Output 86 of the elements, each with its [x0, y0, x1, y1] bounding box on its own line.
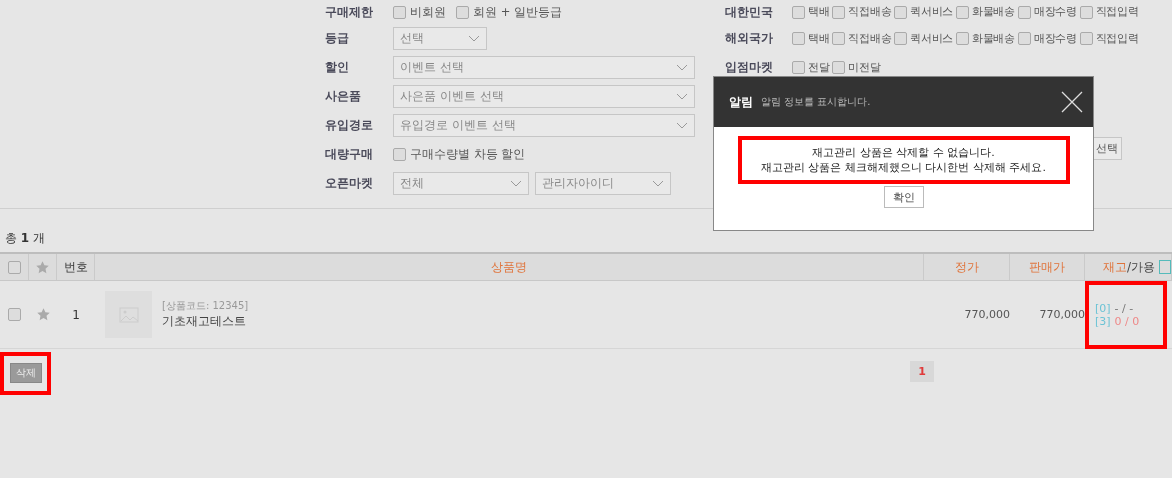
checkbox-label: 택배	[808, 5, 830, 19]
checkbox-label: 구매수량별 차등 할인	[410, 147, 526, 162]
dropdown[interactable]: 이벤트 선택	[393, 56, 695, 79]
checkbox-label: 회원 + 일반등급	[473, 4, 562, 20]
dropdown[interactable]: 선택	[393, 27, 487, 50]
checkbox-label: 직접배송	[848, 31, 892, 46]
filter-label: 할인	[325, 59, 350, 76]
column-header: 번호	[57, 254, 95, 280]
close-icon[interactable]	[1061, 91, 1083, 113]
checkbox[interactable]	[1079, 5, 1093, 19]
select-all-checkbox[interactable]	[7, 260, 21, 274]
checkbox-label: 화물배송	[972, 5, 1015, 19]
select-button[interactable]: 선택	[1092, 137, 1122, 160]
dialog-title: 알림	[729, 93, 753, 111]
warehouse-tag: [0]	[1095, 301, 1111, 315]
filter-label: 입점마켓	[725, 59, 774, 76]
checkbox-label: 퀵서비스	[910, 31, 954, 46]
product-name[interactable]: 기초재고테스트	[162, 313, 249, 330]
star-icon	[35, 259, 50, 275]
chevron-icon	[676, 122, 688, 129]
column-header: 정가	[924, 254, 1010, 280]
checkbox[interactable]	[792, 32, 805, 45]
filter-label: 대량구매	[325, 146, 374, 163]
filter-label: 오픈마켓	[325, 175, 374, 192]
checkbox-label: 미전달	[848, 60, 881, 75]
chevron-icon	[652, 180, 664, 187]
warehouse-tag: [3]	[1095, 314, 1111, 328]
filter-label: 유입경로	[325, 117, 374, 134]
checkbox[interactable]	[1079, 32, 1093, 45]
column-header: 상품명	[95, 254, 924, 280]
checkbox[interactable]	[832, 5, 846, 19]
checkbox-label: 직접입력	[1095, 31, 1139, 46]
dropdown[interactable]: 사은품 이벤트 선택	[393, 85, 695, 108]
stock-value: - / -	[1114, 301, 1134, 315]
confirm-button[interactable]: 확인	[883, 186, 924, 208]
table-cell-text: 770,000	[963, 307, 1010, 323]
column-header: 판매가	[1010, 254, 1085, 280]
product-code: [상품코드: 12345]	[162, 299, 249, 313]
chevron-icon	[676, 93, 688, 100]
dropdown[interactable]: 유입경로 이벤트 선택	[393, 114, 695, 137]
chevron-icon	[468, 35, 480, 42]
checkbox-label: 비회원	[410, 4, 446, 20]
checkbox[interactable]	[456, 5, 469, 19]
checkbox-label: 직접입력	[1095, 5, 1139, 19]
chevron-icon	[676, 64, 688, 71]
column-header: 재고	[1103, 258, 1127, 276]
checkbox[interactable]	[956, 5, 970, 19]
page-button[interactable]: 1	[910, 361, 934, 382]
star-icon[interactable]	[35, 307, 51, 322]
checkbox[interactable]	[956, 32, 970, 45]
help-icon[interactable]	[1159, 260, 1171, 274]
checkbox-label: 전달	[808, 60, 830, 75]
filter-label: 구매제한	[325, 3, 374, 21]
checkbox[interactable]	[792, 5, 805, 19]
checkbox[interactable]	[393, 148, 406, 161]
checkbox-label: 매장수령	[1033, 31, 1077, 46]
table-cell-text: 770,000	[1038, 307, 1085, 323]
checkbox-label: 매장수령	[1033, 5, 1077, 19]
checkbox-label: 화물배송	[972, 31, 1015, 46]
filter-label: 해외국가	[725, 30, 774, 47]
column-header: /가용	[1127, 258, 1156, 276]
delete-button[interactable]: 삭제	[9, 363, 42, 383]
checkbox[interactable]	[832, 61, 846, 74]
chevron-icon	[510, 180, 522, 187]
filter-label: 대한민국	[725, 3, 774, 21]
checkbox-label: 퀵서비스	[910, 5, 954, 19]
table-cell-text: 1	[71, 306, 81, 324]
checkbox[interactable]	[1017, 32, 1031, 45]
dropdown[interactable]: 전체	[393, 172, 529, 195]
checkbox[interactable]	[894, 5, 908, 19]
stock-value: 0 / 0	[1114, 314, 1140, 328]
row-checkbox[interactable]	[8, 308, 21, 321]
total-count: 총 1 개	[4, 230, 46, 247]
dialog-subtitle: 알림 정보를 표시합니다.	[761, 95, 872, 109]
checkbox[interactable]	[792, 61, 805, 74]
checkbox-label: 직접배송	[848, 5, 892, 19]
checkbox[interactable]	[894, 32, 908, 45]
checkbox[interactable]	[832, 32, 846, 45]
checkbox[interactable]	[393, 5, 406, 19]
checkbox[interactable]	[1017, 5, 1031, 19]
alert-message: 재고관리 상품은 체크해제했으니 다시한번 삭제해 주세요.	[761, 160, 1046, 175]
filter-label: 등급	[325, 30, 350, 47]
dropdown[interactable]: 관리자아이디	[535, 172, 671, 195]
alert-message: 재고관리 상품은 삭제할 수 없습니다.	[812, 145, 995, 160]
filter-label: 사은품	[325, 88, 362, 105]
checkbox-label: 택배	[808, 31, 830, 46]
